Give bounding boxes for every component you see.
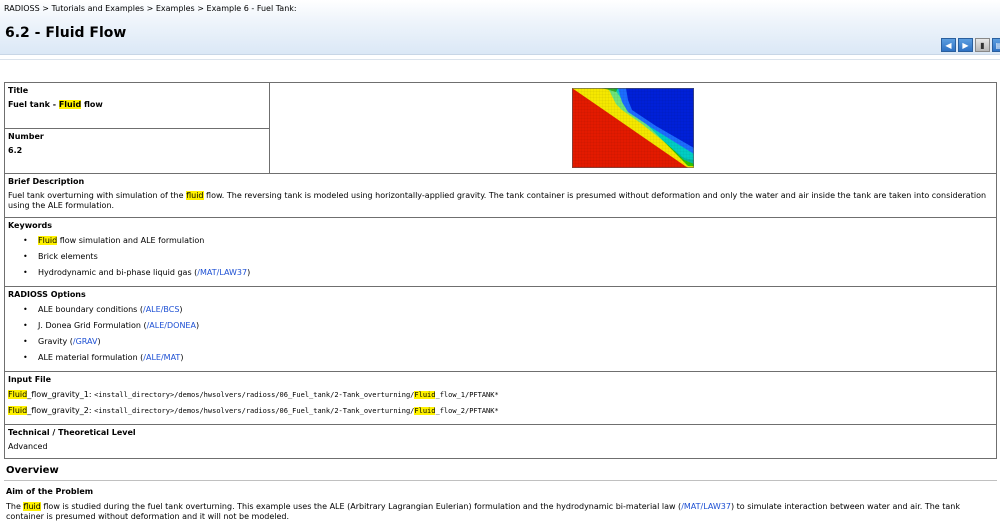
brief-description-label: Brief Description — [8, 177, 85, 186]
grav-link[interactable]: /GRAV — [73, 337, 98, 346]
nav-buttons: ◀ ▶ ▮ ▤ — [941, 38, 1000, 52]
keywords-label: Keywords — [8, 221, 53, 230]
image-cell — [269, 82, 997, 174]
brief-description-cell: Brief Description Fuel tank overturning … — [4, 173, 997, 218]
header-separator — [0, 59, 1000, 60]
level-cell: Technical / Theoretical Level Advanced — [4, 424, 997, 459]
brief-description-text: Fuel tank overturning with simulation of… — [8, 191, 987, 210]
ale-donea-link[interactable]: /ALE/DONEA — [147, 321, 196, 330]
page-title: 6.2 - Fluid Flow — [5, 25, 127, 41]
title-cell: Title Fuel tank - Fluid flow — [4, 82, 270, 129]
print-button[interactable]: ▮ — [975, 38, 990, 52]
list-item: Gravity (/GRAV) — [8, 336, 993, 352]
fluid-flow-image — [572, 88, 694, 168]
keywords-list: Fluid flow simulation and ALE formulatio… — [8, 235, 993, 283]
title-value: Fuel tank - Fluid flow — [8, 100, 103, 109]
list-item: Hydrodynamic and bi-phase liquid gas (/M… — [8, 267, 993, 283]
overview-divider — [4, 480, 997, 481]
input-file-2: Fluid_flow_gravity_2: <install_directory… — [8, 406, 499, 415]
keywords-cell: Keywords Fluid flow simulation and ALE f… — [4, 217, 997, 287]
list-item: Brick elements — [8, 251, 993, 267]
radioss-options-label: RADIOSS Options — [8, 290, 86, 299]
level-label: Technical / Theoretical Level — [8, 428, 136, 437]
number-cell: Number 6.2 — [4, 128, 270, 174]
next-topic-button[interactable]: ▶ — [958, 38, 973, 52]
list-item: ALE material formulation (/ALE/MAT) — [8, 352, 993, 368]
number-label: Number — [8, 132, 44, 141]
example-info-table: Title Fuel tank - Fluid flow Number 6.2 … — [4, 82, 997, 459]
contents-button[interactable]: ▤ — [992, 38, 1000, 52]
overview-heading: Overview — [6, 465, 59, 476]
ale-mat-link[interactable]: /ALE/MAT — [143, 353, 180, 362]
input-file-label: Input File — [8, 375, 52, 384]
list-item: Fluid flow simulation and ALE formulatio… — [8, 235, 993, 251]
list-item: J. Donea Grid Formulation (/ALE/DONEA) — [8, 320, 993, 336]
input-file-1: Fluid_flow_gravity_1: <install_directory… — [8, 390, 499, 399]
input-file-cell: Input File Fluid_flow_gravity_1: <instal… — [4, 371, 997, 425]
topic-header: RADIOSS > Tutorials and Examples > Examp… — [0, 0, 1000, 55]
mat-law37-link-2[interactable]: /MAT/LAW37 — [681, 502, 731, 511]
previous-topic-button[interactable]: ◀ — [941, 38, 956, 52]
level-value: Advanced — [8, 442, 48, 451]
options-list: ALE boundary conditions (/ALE/BCS) J. Do… — [8, 304, 993, 368]
radioss-options-cell: RADIOSS Options ALE boundary conditions … — [4, 286, 997, 372]
ale-bcs-link[interactable]: /ALE/BCS — [143, 305, 179, 314]
title-label: Title — [8, 86, 29, 95]
number-value: 6.2 — [8, 146, 23, 155]
aim-heading: Aim of the Problem — [6, 487, 94, 496]
mat-law37-link[interactable]: /MAT/LAW37 — [197, 268, 247, 277]
list-item: ALE boundary conditions (/ALE/BCS) — [8, 304, 993, 320]
aim-text: The fluid flow is studied during the fue… — [6, 502, 961, 521]
breadcrumb[interactable]: RADIOSS > Tutorials and Examples > Examp… — [4, 4, 297, 13]
